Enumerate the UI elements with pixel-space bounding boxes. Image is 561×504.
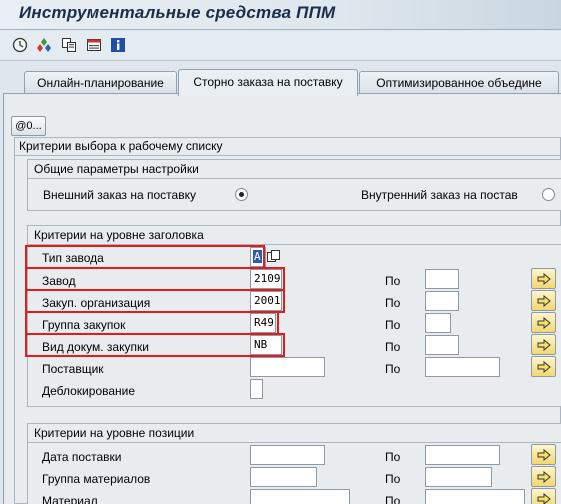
purch-org-to-label: По xyxy=(385,296,401,310)
selection-criteria-title: Критерии выбора к рабочему списку xyxy=(19,139,223,153)
general-settings-title: Общие параметры настройки xyxy=(34,162,199,176)
highlight-plant xyxy=(25,267,285,291)
material-to-field[interactable] xyxy=(425,489,525,504)
arrow-right-icon xyxy=(537,316,551,329)
general-settings-group: Общие параметры настройки Внешний заказ … xyxy=(27,159,561,211)
vendor-label: Поставщик xyxy=(42,362,104,376)
highlight-purch-group xyxy=(25,311,279,335)
material-group-label: Группа материалов xyxy=(42,472,151,486)
delivery-date-label: Дата поставки xyxy=(42,450,122,464)
external-po-label: Внешний заказ на поставку xyxy=(43,188,196,202)
multiple-selection-icon[interactable] xyxy=(266,249,281,264)
purch-org-multiple-selection-button[interactable] xyxy=(531,290,556,311)
arrow-right-icon xyxy=(537,470,551,483)
arrow-right-icon xyxy=(537,294,551,307)
tab-online-planning[interactable]: Онлайн-планирование xyxy=(24,71,177,95)
delivery-date-to-label: По xyxy=(385,450,401,464)
radio-selected-dot xyxy=(239,192,244,197)
material-group-multiple-selection-button[interactable] xyxy=(531,466,556,487)
arrow-right-icon xyxy=(537,492,551,504)
material-group-field[interactable] xyxy=(250,467,317,487)
toolbar-divider xyxy=(0,60,561,61)
delivery-date-field[interactable] xyxy=(250,445,325,465)
save-variant-icon[interactable] xyxy=(86,37,102,53)
purch-group-to-field[interactable] xyxy=(425,313,451,333)
doc-type-to-label: По xyxy=(385,340,401,354)
material-multiple-selection-button[interactable] xyxy=(531,488,556,504)
material-to-label: По xyxy=(385,494,401,504)
application-toolbar xyxy=(0,31,561,59)
info-icon[interactable] xyxy=(110,37,126,53)
vendor-to-field[interactable] xyxy=(425,357,500,377)
material-label: Материал xyxy=(42,494,98,504)
doc-type-multiple-selection-button[interactable] xyxy=(531,334,556,355)
execute-icon[interactable] xyxy=(12,37,28,53)
header-criteria-title: Критерии на уровне заголовка xyxy=(34,228,204,242)
release-field[interactable] xyxy=(250,379,263,399)
purch-group-multiple-selection-button[interactable] xyxy=(531,312,556,333)
selection-options-button[interactable]: @0... xyxy=(11,116,46,136)
plant-multiple-selection-button[interactable] xyxy=(531,268,556,289)
tab-po-reversal[interactable]: Сторно заказа на поставку xyxy=(178,69,358,96)
purch-org-to-field[interactable] xyxy=(425,291,459,311)
material-field[interactable] xyxy=(250,489,350,504)
plant-to-field[interactable] xyxy=(425,269,459,289)
tab-strip: Онлайн-планирование Сторно заказа на пос… xyxy=(0,62,561,96)
page-title: Инструментальные средства ППМ xyxy=(19,3,336,22)
material-group-to-label: По xyxy=(385,472,401,486)
vendor-to-label: По xyxy=(385,362,401,376)
title-divider xyxy=(0,29,561,30)
tab-optimized-merge[interactable]: Оптимизированное объедине xyxy=(359,71,559,95)
vendor-field[interactable] xyxy=(250,357,325,377)
title-bar: Инструментальные средства ППМ xyxy=(0,0,561,30)
arrow-right-icon xyxy=(537,338,551,351)
general-settings-divider xyxy=(28,178,561,179)
arrow-right-icon xyxy=(537,272,551,285)
highlight-purch-org xyxy=(25,289,285,313)
vendor-multiple-selection-button[interactable] xyxy=(531,356,556,377)
position-criteria-title: Критерии на уровне позиции xyxy=(34,426,195,440)
highlight-plant-type xyxy=(25,245,265,269)
delivery-date-to-field[interactable] xyxy=(425,445,500,465)
arrow-right-icon xyxy=(537,448,551,461)
position-criteria-divider xyxy=(28,442,561,443)
purch-group-to-label: По xyxy=(385,318,401,332)
arrow-right-icon xyxy=(537,360,551,373)
copy-icon[interactable] xyxy=(61,37,77,53)
internal-po-label: Внутренний заказ на постав xyxy=(361,188,518,202)
group-divider xyxy=(15,155,560,156)
release-label: Деблокирование xyxy=(42,384,136,398)
doc-type-to-field[interactable] xyxy=(425,335,459,355)
variants-icon[interactable] xyxy=(36,37,52,53)
highlight-doc-type xyxy=(25,333,285,357)
plant-to-label: По xyxy=(385,274,401,288)
internal-po-radio[interactable] xyxy=(542,188,555,201)
delivery-date-multiple-selection-button[interactable] xyxy=(531,444,556,465)
external-po-radio[interactable] xyxy=(235,188,248,201)
material-group-to-field[interactable] xyxy=(425,467,492,487)
